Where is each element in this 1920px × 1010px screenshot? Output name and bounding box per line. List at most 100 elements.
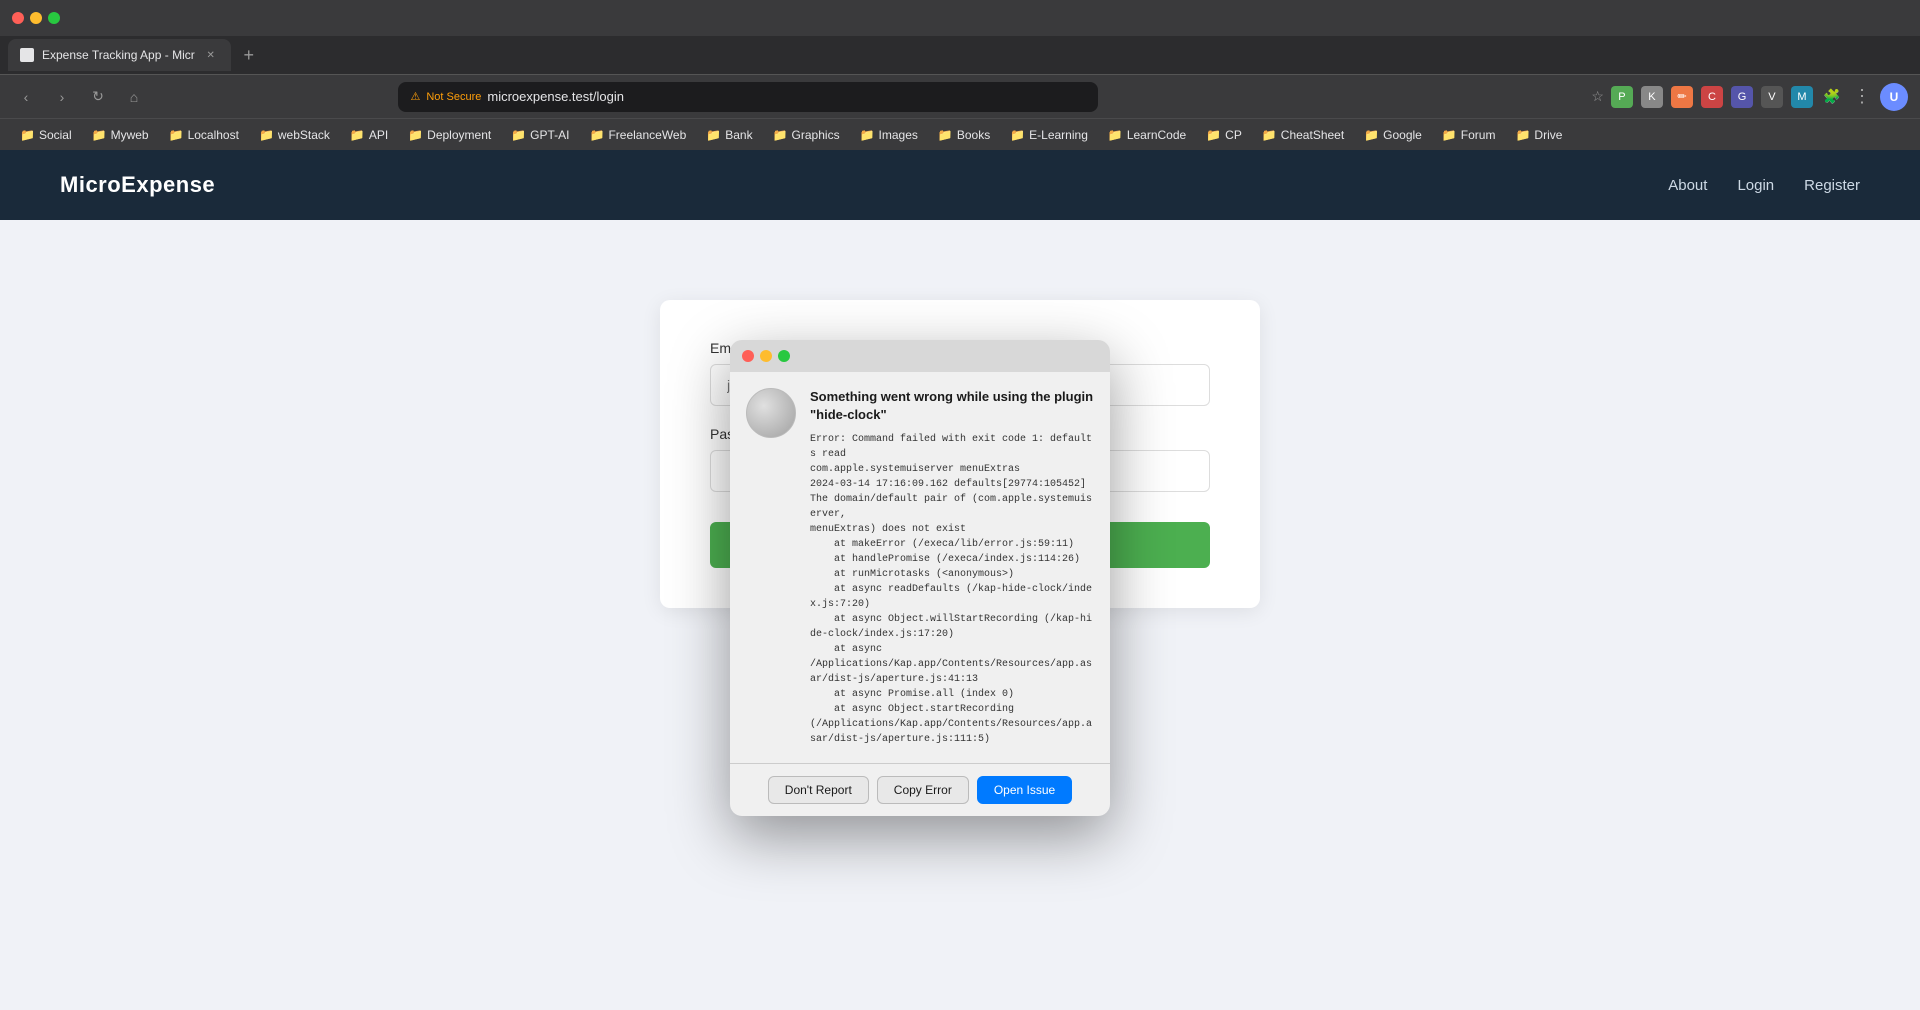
bookmark-freelanceweb[interactable]: 📁 FreelanceWeb <box>582 126 695 144</box>
bookmark-myweb[interactable]: 📁 Myweb <box>84 126 157 144</box>
close-window-button[interactable] <box>12 12 24 24</box>
dialog-buttons: Don't Report Copy Error Open Issue <box>730 763 1110 816</box>
browser-frame: Expense Tracking App - Micr ✕ + ‹ › ↻ ⌂ … <box>0 0 1920 150</box>
forward-button[interactable]: › <box>48 83 76 111</box>
bookmark-label: Google <box>1383 128 1422 142</box>
bookmark-label: Drive <box>1534 128 1562 142</box>
bookmark-books[interactable]: 📁 Books <box>930 126 998 144</box>
bookmark-star-icon[interactable]: ☆ <box>1591 88 1604 105</box>
bookmark-label: GPT-AI <box>530 128 569 142</box>
folder-icon: 📁 <box>92 128 107 142</box>
site-navigation: MicroExpense About Login Register <box>0 150 1920 220</box>
bookmark-label: Deployment <box>427 128 491 142</box>
extension-icon-1[interactable]: P <box>1610 85 1634 109</box>
bookmark-label: LearnCode <box>1127 128 1186 142</box>
bookmark-learncode[interactable]: 📁 LearnCode <box>1100 126 1194 144</box>
dialog-title: Something went wrong while using the plu… <box>810 388 1094 424</box>
nav-link-about[interactable]: About <box>1668 177 1707 194</box>
copy-error-button[interactable]: Copy Error <box>877 776 969 804</box>
extension-icon-3[interactable]: ✏ <box>1670 85 1694 109</box>
bookmark-localhost[interactable]: 📁 Localhost <box>161 126 247 144</box>
extension-icon-4[interactable]: C <box>1700 85 1724 109</box>
bookmark-label: webStack <box>278 128 330 142</box>
url-display[interactable]: microexpense.test/login <box>487 89 624 104</box>
nav-link-login[interactable]: Login <box>1737 177 1774 194</box>
dialog-maximize-button[interactable] <box>778 350 790 362</box>
bookmark-google[interactable]: 📁 Google <box>1356 126 1430 144</box>
folder-icon: 📁 <box>1262 128 1277 142</box>
bookmark-label: Myweb <box>111 128 149 142</box>
new-tab-button[interactable]: + <box>235 41 263 69</box>
folder-icon: 📁 <box>259 128 274 142</box>
bookmark-label: CP <box>1225 128 1242 142</box>
bookmark-elearning[interactable]: 📁 E-Learning <box>1002 126 1096 144</box>
extensions-button2[interactable]: ⋮ <box>1850 85 1874 109</box>
tab-favicon <box>20 48 34 62</box>
bookmark-graphics[interactable]: 📁 Graphics <box>765 126 848 144</box>
security-icon: ⚠ <box>410 90 420 103</box>
bookmark-label: Localhost <box>188 128 239 142</box>
open-issue-button[interactable]: Open Issue <box>977 776 1072 804</box>
home-button[interactable]: ⌂ <box>120 83 148 111</box>
nav-link-register[interactable]: Register <box>1804 177 1860 194</box>
folder-icon: 📁 <box>1010 128 1025 142</box>
bookmark-bank[interactable]: 📁 Bank <box>698 126 760 144</box>
bookmark-label: Forum <box>1461 128 1496 142</box>
folder-icon: 📁 <box>408 128 423 142</box>
folder-icon: 📁 <box>773 128 788 142</box>
bookmark-drive[interactable]: 📁 Drive <box>1507 126 1570 144</box>
address-bar[interactable]: ⚠ Not Secure microexpense.test/login <box>398 82 1098 112</box>
maximize-window-button[interactable] <box>48 12 60 24</box>
folder-icon: 📁 <box>20 128 35 142</box>
back-button[interactable]: ‹ <box>12 83 40 111</box>
extension-icon-6[interactable]: V <box>1760 85 1784 109</box>
folder-icon: 📁 <box>938 128 953 142</box>
bookmark-label: Social <box>39 128 72 142</box>
folder-icon: 📁 <box>1515 128 1530 142</box>
bookmark-label: FreelanceWeb <box>608 128 686 142</box>
folder-icon: 📁 <box>169 128 184 142</box>
extension-icon-7[interactable]: M <box>1790 85 1814 109</box>
bookmark-webstack[interactable]: 📁 webStack <box>251 126 338 144</box>
site-nav-links: About Login Register <box>1668 177 1860 194</box>
bookmark-cp[interactable]: 📁 CP <box>1198 126 1250 144</box>
website-content: MicroExpense About Login Register Email … <box>0 150 1920 1010</box>
extension-icon-2[interactable]: K <box>1640 85 1664 109</box>
bookmark-label: E-Learning <box>1029 128 1088 142</box>
bookmark-gptai[interactable]: 📁 GPT-AI <box>503 126 577 144</box>
folder-icon: 📁 <box>1442 128 1457 142</box>
profile-avatar[interactable]: U <box>1880 83 1908 111</box>
folder-icon: 📁 <box>1108 128 1123 142</box>
bookmark-label: CheatSheet <box>1281 128 1344 142</box>
error-dialog: Something went wrong while using the plu… <box>730 340 1110 816</box>
bookmark-api[interactable]: 📁 API <box>342 126 396 144</box>
bookmark-images[interactable]: 📁 Images <box>852 126 926 144</box>
extension-icon-5[interactable]: G <box>1730 85 1754 109</box>
folder-icon: 📁 <box>1206 128 1221 142</box>
dialog-app-icon <box>746 388 796 438</box>
bookmark-label: Books <box>957 128 990 142</box>
folder-icon: 📁 <box>1364 128 1379 142</box>
dont-report-button[interactable]: Don't Report <box>768 776 869 804</box>
bookmarks-bar: 📁 Social 📁 Myweb 📁 Localhost 📁 webStack … <box>0 118 1920 150</box>
folder-icon: 📁 <box>590 128 605 142</box>
bookmark-social[interactable]: 📁 Social <box>12 126 80 144</box>
tab-close-button[interactable]: ✕ <box>203 47 219 63</box>
bookmark-label: API <box>369 128 388 142</box>
traffic-lights <box>12 12 60 24</box>
dialog-content: Something went wrong while using the plu… <box>810 388 1094 747</box>
browser-tab[interactable]: Expense Tracking App - Micr ✕ <box>8 39 231 71</box>
dialog-close-button[interactable] <box>742 350 754 362</box>
dialog-titlebar <box>730 340 1110 372</box>
bookmark-forum[interactable]: 📁 Forum <box>1434 126 1504 144</box>
bookmark-deployment[interactable]: 📁 Deployment <box>400 126 499 144</box>
bookmark-label: Graphics <box>792 128 840 142</box>
extensions-button[interactable]: 🧩 <box>1820 85 1844 109</box>
folder-icon: 📁 <box>511 128 526 142</box>
minimize-window-button[interactable] <box>30 12 42 24</box>
refresh-button[interactable]: ↻ <box>84 83 112 111</box>
toolbar-right: ☆ P K ✏ C G V M 🧩 <box>1591 83 1908 111</box>
dialog-minimize-button[interactable] <box>760 350 772 362</box>
bookmark-cheatsheet[interactable]: 📁 CheatSheet <box>1254 126 1352 144</box>
site-logo: MicroExpense <box>60 172 215 198</box>
